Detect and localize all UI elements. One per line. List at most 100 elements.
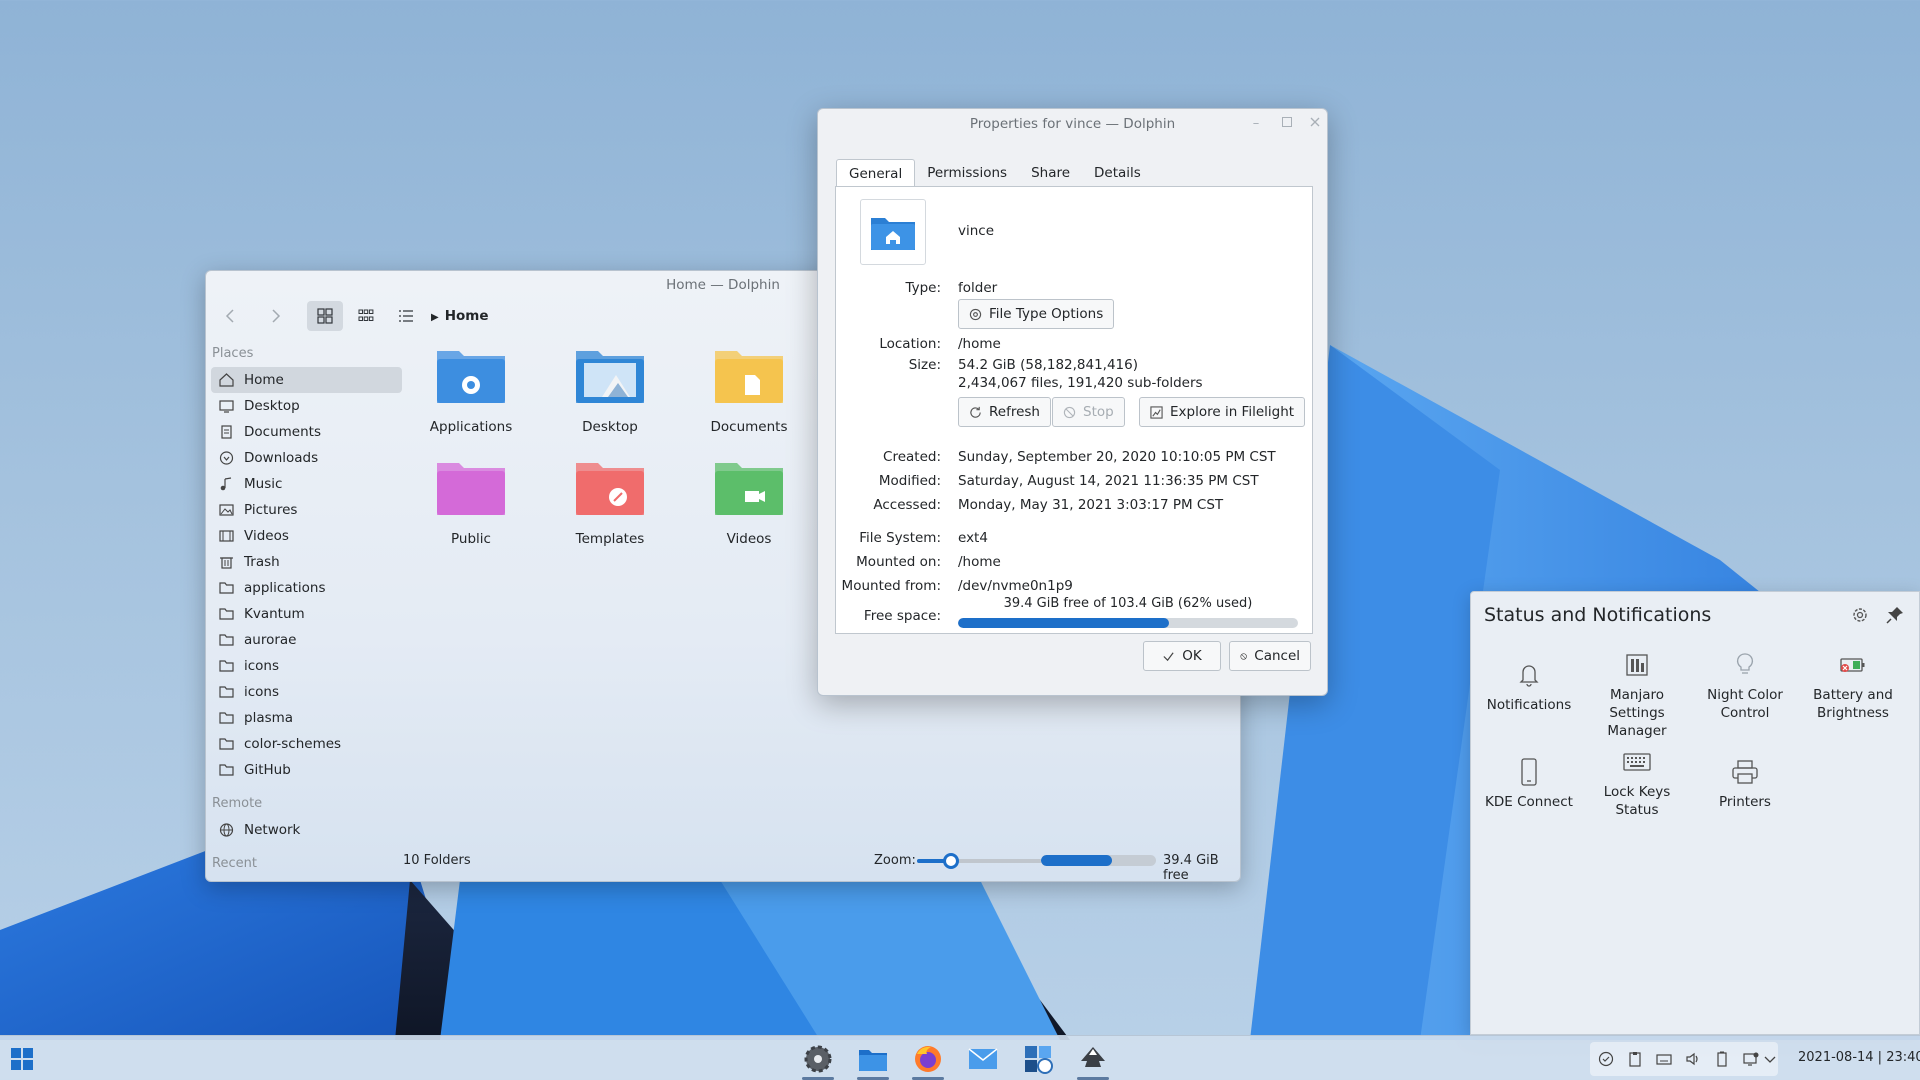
notifications-item[interactable]: Notifications <box>1475 660 1583 714</box>
zoom-slider-handle[interactable] <box>942 853 959 869</box>
taskbar-firefox[interactable] <box>908 1042 948 1080</box>
sidebar-item-color-schemes[interactable]: color-schemes <box>211 731 402 757</box>
folder-icon-button[interactable] <box>860 199 926 265</box>
disk-usage-bar <box>958 618 1298 628</box>
night-color-item[interactable]: Night Color Control <box>1691 650 1799 722</box>
printers-item[interactable]: Printers <box>1691 757 1799 811</box>
ok-label: OK <box>1182 648 1202 664</box>
remote-item-network[interactable]: Network <box>211 817 402 843</box>
configure-gear-icon[interactable] <box>1850 605 1870 625</box>
lock-keys-item[interactable]: Lock Keys Status <box>1583 747 1691 819</box>
taskbar-store[interactable] <box>1018 1042 1058 1076</box>
sidebar-item-aurorae[interactable]: aurorae <box>211 627 402 653</box>
desktop-icon <box>576 351 644 403</box>
folder-item-public[interactable]: Public <box>406 457 536 547</box>
sidebar-item-plasma[interactable]: plasma <box>211 705 402 731</box>
volume-icon[interactable] <box>1685 1051 1701 1067</box>
firefox-icon <box>915 1046 941 1072</box>
close-button[interactable] <box>1307 116 1323 132</box>
sidebar-item-pictures[interactable]: Pictures <box>211 497 402 523</box>
kde-connect-item[interactable]: KDE Connect <box>1475 757 1583 811</box>
tab-share[interactable]: Share <box>1019 159 1082 187</box>
back-button[interactable] <box>212 301 248 331</box>
app-launcher-button[interactable] <box>2 1042 42 1076</box>
stop-button[interactable]: Stop <box>1052 397 1125 427</box>
network-tray-icon[interactable] <box>1743 1051 1759 1067</box>
pin-icon[interactable] <box>1885 605 1905 625</box>
sidebar-item-github[interactable]: GitHub <box>211 757 402 783</box>
folder-item-documents[interactable]: Documents <box>684 345 814 435</box>
mounted-from-label: Mounted from: <box>841 578 941 594</box>
sidebar-item-label: GitHub <box>244 762 291 778</box>
sidebar-item-home[interactable]: Home <box>211 367 402 393</box>
cancel-button[interactable]: Cancel <box>1229 641 1311 671</box>
keyboard-layout-icon[interactable] <box>1656 1051 1672 1067</box>
sidebar-item-documents[interactable]: Documents <box>211 419 402 445</box>
tab-details[interactable]: Details <box>1082 159 1153 187</box>
taskbar-mail[interactable] <box>963 1042 1003 1076</box>
sidebar-item-desktop[interactable]: Desktop <box>211 393 402 419</box>
explore-filelight-label: Explore in Filelight <box>1170 404 1295 420</box>
clock[interactable]: 2021-08-14 | 23:40 <box>1798 1050 1920 1065</box>
sidebar-item-music[interactable]: Music <box>211 471 402 497</box>
sidebar-item-applications[interactable]: applications <box>211 575 402 601</box>
night-color-label: Night Color Control <box>1707 687 1783 721</box>
icons-view-button[interactable] <box>307 301 343 331</box>
maximize-button[interactable] <box>1279 116 1295 132</box>
free-space-text: 39.4 GiB free <box>1163 853 1219 882</box>
tab-permissions[interactable]: Permissions <box>915 159 1019 187</box>
video-icon <box>715 463 783 515</box>
sidebar-item-downloads[interactable]: Downloads <box>211 445 402 471</box>
breadcrumb[interactable]: ▶ Home <box>431 308 489 324</box>
refresh-button[interactable]: Refresh <box>958 397 1051 427</box>
disk-usage-fill <box>958 618 1169 628</box>
clipboard-icon[interactable] <box>1627 1051 1643 1067</box>
battery-brightness-item[interactable]: Battery and Brightness <box>1799 650 1907 722</box>
mounted-on-value: /home <box>958 554 1001 570</box>
details-view-button[interactable] <box>388 301 424 331</box>
manjaro-icon <box>1626 654 1648 676</box>
free-space-bar[interactable] <box>1041 855 1156 866</box>
folder-icon <box>219 608 234 620</box>
options-gear-icon <box>969 308 982 320</box>
folder-item-applications[interactable]: Applications <box>406 345 536 435</box>
folder-item-templates[interactable]: Templates <box>545 457 675 547</box>
sidebar-item-kvantum[interactable]: Kvantum <box>211 601 402 627</box>
taskbar-inkscape[interactable] <box>1073 1042 1113 1080</box>
zoom-slider[interactable] <box>917 853 1042 869</box>
sidebar-item-videos[interactable]: Videos <box>211 523 402 549</box>
folder-name: Public <box>451 531 491 547</box>
forward-button[interactable] <box>258 301 294 331</box>
sidebar-item-icons[interactable]: icons <box>211 653 402 679</box>
places-panel: Places Home Desktop Documents Downloads Musi… <box>206 341 406 881</box>
network-icon <box>219 823 234 837</box>
updates-check-icon[interactable] <box>1598 1051 1614 1067</box>
file-type-options-label: File Type Options <box>989 306 1104 322</box>
minimize-button[interactable]: – <box>1248 116 1264 132</box>
tab-general[interactable]: General <box>836 159 916 187</box>
properties-dialog: Properties for vince — Dolphin – General… <box>817 108 1328 696</box>
breadcrumb-home[interactable]: Home <box>445 308 489 324</box>
filelight-icon <box>1150 405 1163 419</box>
dolphin-statusbar: 10 Folders Zoom: 39.4 GiB free <box>206 841 1240 881</box>
compact-view-button[interactable] <box>348 301 384 331</box>
ok-button[interactable]: OK <box>1143 641 1221 671</box>
list-icon <box>399 310 413 322</box>
bell-icon <box>1519 665 1539 687</box>
breadcrumb-caret-icon: ▶ <box>431 312 439 323</box>
status-notifications-panel: Status and Notifications Notifications M… <box>1470 591 1920 1035</box>
folder-item-desktop[interactable]: Desktop <box>545 345 675 435</box>
battery-tray-icon[interactable] <box>1714 1051 1730 1067</box>
tray-expand-chevron-icon[interactable] <box>1764 1051 1776 1067</box>
folder-item-videos[interactable]: Videos <box>684 457 814 547</box>
sidebar-item-trash[interactable]: Trash <box>211 549 402 575</box>
taskbar-settings[interactable] <box>798 1042 838 1080</box>
size-label: Size: <box>908 357 941 373</box>
explore-filelight-button[interactable]: Explore in Filelight <box>1139 397 1306 427</box>
manjaro-settings-item[interactable]: Manjaro Settings Manager <box>1583 650 1691 740</box>
file-type-options-button[interactable]: File Type Options <box>958 299 1115 329</box>
stop-label: Stop <box>1083 404 1114 420</box>
taskbar-dolphin[interactable] <box>853 1042 893 1080</box>
sidebar-item-icons[interactable]: icons <box>211 679 402 705</box>
mail-icon <box>968 1048 998 1069</box>
